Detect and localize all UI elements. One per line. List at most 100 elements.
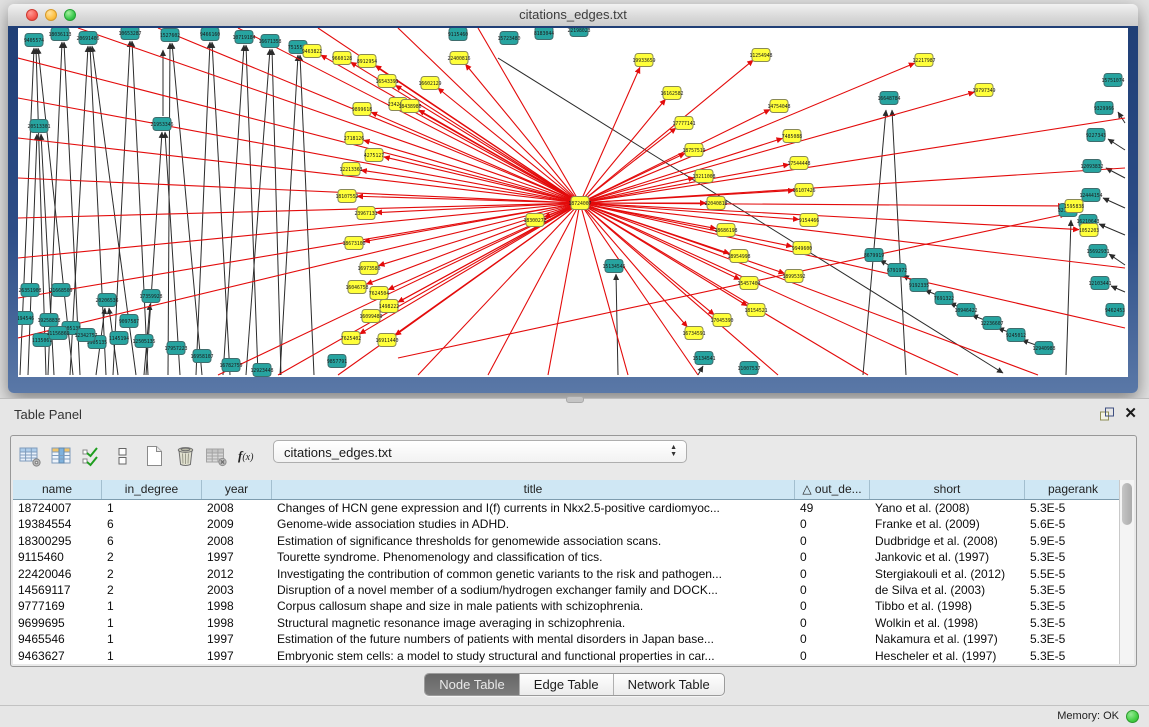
table-row[interactable]: 977716911998Corpus callosum shape and si… — [13, 598, 1121, 614]
table-row[interactable]: 1872400712008Changes of HCN gene express… — [13, 500, 1121, 516]
graph-node[interactable]: 9115460 — [448, 28, 468, 41]
graph-node[interactable]: 12103441 — [1088, 277, 1111, 290]
graph-node[interactable]: 19933659 — [632, 54, 655, 67]
graph-node[interactable]: 17777141 — [672, 117, 695, 130]
graph-node[interactable]: 18995392 — [782, 270, 805, 283]
delete-rows-icon[interactable] — [172, 443, 198, 469]
delete-table-icon[interactable] — [203, 443, 229, 469]
graph-node[interactable]: 22040818 — [704, 197, 727, 210]
graph-node[interactable]: 9466160 — [200, 28, 220, 41]
graph-node[interactable]: 8912954 — [357, 55, 377, 68]
graph-node[interactable]: 12342757 — [74, 329, 97, 342]
graph-node[interactable]: 1498222 — [379, 300, 399, 313]
graph-node[interactable]: 12093832 — [1080, 160, 1103, 173]
graph-node[interactable]: 14754048 — [767, 100, 790, 113]
column-header-title[interactable]: title — [272, 480, 795, 499]
graph-node[interactable]: 8679919 — [864, 249, 884, 262]
graph-node[interactable]: 12217987 — [912, 54, 935, 67]
network-canvas[interactable]: 9405574180361132069140610653287152760294… — [18, 28, 1128, 377]
graph-node[interactable]: 11254948 — [749, 49, 772, 62]
graph-node[interactable]: 17544448 — [787, 157, 810, 170]
graph-node[interactable]: 21668509 — [49, 284, 72, 297]
graph-node[interactable]: 22198023 — [567, 28, 590, 37]
graph-node[interactable]: 15751074 — [1101, 74, 1124, 87]
graph-node[interactable]: 16107426 — [792, 184, 815, 197]
column-header-pagerank[interactable]: pagerank — [1025, 480, 1121, 499]
graph-node[interactable]: 7625402 — [341, 332, 361, 345]
graph-node[interactable]: 15723480 — [497, 32, 520, 45]
graph-node[interactable]: 16602129 — [418, 77, 441, 90]
select-all-rows-icon[interactable] — [79, 443, 105, 469]
graph-node[interactable]: 9227343 — [1086, 129, 1106, 142]
graph-node[interactable]: 1595838 — [1064, 200, 1084, 213]
graph-node[interactable]: 11156869 — [46, 327, 69, 340]
graph-node[interactable]: 15692931 — [1086, 245, 1109, 258]
graph-node[interactable]: 19797349 — [972, 84, 995, 97]
table-settings-icon[interactable] — [17, 443, 43, 469]
graph-node[interactable]: 21953346 — [150, 118, 173, 131]
graph-node[interactable]: 1052203 — [1079, 224, 1099, 237]
graph-node[interactable]: 12923448 — [250, 364, 273, 377]
graph-node[interactable]: 23967131 — [354, 207, 377, 220]
graph-node[interactable]: 17957223 — [164, 342, 187, 355]
graph-node[interactable]: 6791972 — [887, 264, 907, 277]
graph-node[interactable]: 18300272 — [523, 214, 546, 227]
column-header-in_degree[interactable]: in_degree — [102, 480, 202, 499]
graph-node[interactable]: 12236607 — [980, 317, 1003, 330]
table-row[interactable]: 911546021997Tourette syndrome. Phenomeno… — [13, 549, 1121, 565]
tab-network-table[interactable]: Network Table — [614, 674, 724, 695]
table-row[interactable]: 969969511998Structural magnetic resonanc… — [13, 615, 1121, 631]
graph-node[interactable]: 20513301 — [27, 120, 50, 133]
column-header-name[interactable]: name — [13, 480, 102, 499]
graph-node[interactable]: 26351908 — [18, 284, 41, 297]
graph-node[interactable]: 2718126 — [344, 132, 364, 145]
table-scrollbar-thumb[interactable] — [1122, 483, 1132, 525]
graph-hub-node[interactable]: 18724007 — [568, 197, 591, 210]
graph-node[interactable]: 16162582 — [660, 87, 683, 100]
table-scrollbar[interactable] — [1119, 480, 1134, 664]
graph-node[interactable]: 17045390 — [710, 314, 733, 327]
table-row[interactable]: 1456911722003Disruption of a novel membe… — [13, 582, 1121, 598]
graph-node[interactable]: 9660128 — [332, 52, 352, 65]
graph-node[interactable]: 4275127 — [364, 149, 384, 162]
graph-node[interactable]: 16543391 — [375, 75, 398, 88]
graph-node[interactable]: 9949600 — [792, 242, 812, 255]
graph-node[interactable]: 15134541 — [692, 352, 715, 365]
table-selector-combobox[interactable]: citations_edges.txt ▲▼ — [273, 440, 687, 463]
tab-node-table[interactable]: Node Table — [425, 674, 520, 695]
graph-node[interactable]: 17359928 — [139, 290, 162, 303]
show-columns-icon[interactable] — [48, 443, 74, 469]
column-header-year[interactable]: year — [202, 480, 272, 499]
graph-node[interactable]: 7691322 — [934, 292, 954, 305]
graph-node[interactable]: 9194546 — [18, 312, 34, 325]
graph-node[interactable]: 18686198 — [714, 224, 737, 237]
graph-node[interactable]: 8183044 — [534, 28, 554, 40]
graph-node[interactable]: 16046758 — [345, 281, 368, 294]
close-panel-icon[interactable]: ✕ — [1124, 404, 1137, 422]
graph-node[interactable]: 1527602 — [160, 29, 180, 42]
window-titlebar[interactable]: citations_edges.txt — [8, 4, 1138, 27]
graph-node[interactable]: 18154521 — [744, 304, 767, 317]
tab-edge-table[interactable]: Edge Table — [520, 674, 614, 695]
graph-node[interactable]: 16671358 — [258, 35, 281, 48]
graph-node[interactable]: 1145194 — [109, 332, 129, 345]
graph-node[interactable]: 16734591 — [682, 327, 705, 340]
clear-row-selection-icon[interactable] — [110, 443, 136, 469]
graph-node[interactable]: 9463822 — [302, 45, 322, 58]
graph-node[interactable]: 18438986 — [398, 100, 421, 113]
graph-node[interactable]: 16958107 — [190, 350, 213, 363]
graph-node[interactable]: 20691406 — [76, 32, 99, 45]
graph-node[interactable]: 19258838 — [37, 314, 60, 327]
graph-node[interactable]: 9245012 — [1006, 329, 1026, 342]
table-row[interactable]: 2242004622012Investigating the contribut… — [13, 566, 1121, 582]
graph-node[interactable]: 18757519 — [682, 144, 705, 157]
panel-resize-handle[interactable] — [566, 396, 584, 403]
graph-node[interactable]: 12505135 — [132, 335, 155, 348]
graph-node[interactable]: 18036113 — [48, 28, 71, 41]
graph-node[interactable]: 16973580 — [357, 262, 380, 275]
graph-node[interactable]: 9462453 — [1105, 304, 1125, 317]
graph-node[interactable]: 15134545 — [602, 260, 625, 273]
graph-node[interactable]: 11007537 — [737, 362, 760, 375]
graph-node[interactable]: 20206536 — [95, 294, 118, 307]
graph-node[interactable]: 9192335 — [909, 279, 929, 292]
